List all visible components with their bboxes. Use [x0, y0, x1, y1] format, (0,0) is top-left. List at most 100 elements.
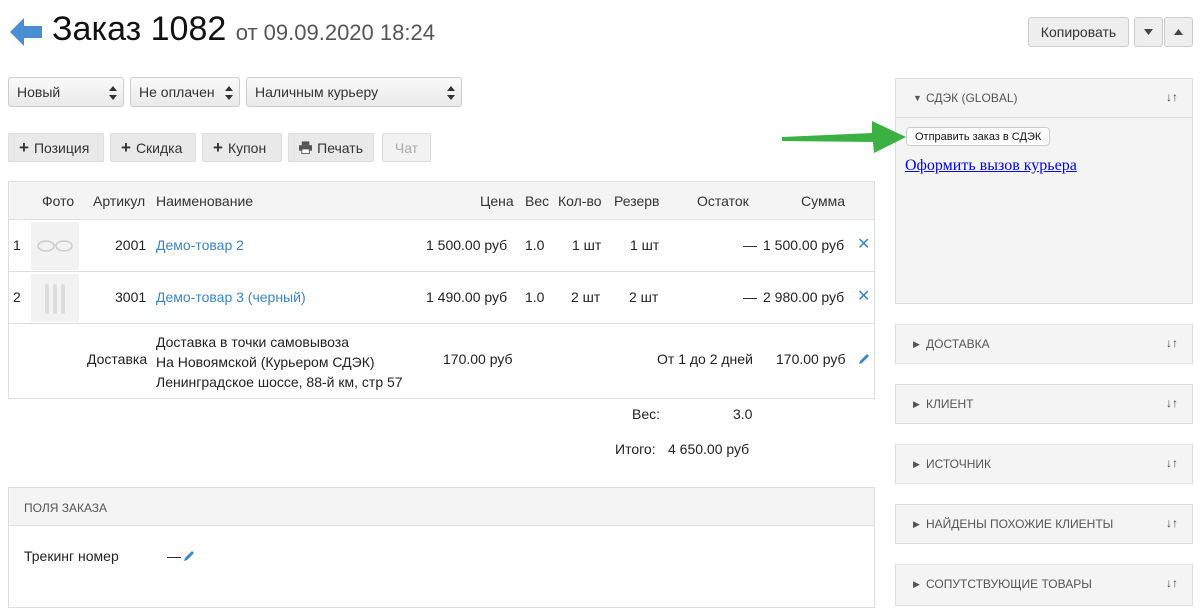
col-price: Цена — [480, 193, 514, 209]
back-arrow-icon[interactable] — [10, 18, 42, 46]
collapsed-triangle-icon: ▶ — [913, 579, 920, 589]
row-reserve: 1 шт — [630, 237, 660, 253]
shipping-description: Доставка в точки самовывоза На Новоямско… — [156, 332, 403, 392]
cdek-panel: ▼ СДЭК (GLOBAL) ↓↑ Отправить заказ в СДЭ… — [895, 78, 1193, 304]
row-sum: 2 980.00 руб — [763, 289, 845, 305]
grand-total-value: 4 650.00 руб — [668, 441, 750, 457]
chat-button[interactable]: Чат — [382, 133, 431, 162]
product-link[interactable]: Демо-товар 2 — [156, 237, 244, 253]
dropdown-toggle-button[interactable] — [1134, 17, 1163, 47]
source-panel[interactable]: ▶ ИСТОЧНИК ↓↑ — [895, 444, 1193, 484]
panel-title: СОПУТСТВУЮЩИЕ ТОВАРЫ — [926, 577, 1092, 591]
col-qty: Кол-во — [558, 193, 602, 209]
shipping-price: 170.00 руб — [443, 351, 513, 367]
shipping-line: Ленинградское шоссе, 88-й км, стр 57 — [156, 374, 403, 390]
product-link[interactable]: Демо-товар 3 (черный) — [156, 289, 306, 305]
client-panel[interactable]: ▶ КЛИЕНТ ↓↑ — [895, 384, 1193, 424]
move-arrows-icon[interactable]: ↓↑ — [1166, 516, 1178, 530]
panel-title: ДОСТАВКА — [926, 337, 990, 351]
grand-total-label: Итого: — [615, 441, 656, 457]
order-date: от 09.09.2020 18:24 — [235, 20, 435, 45]
plus-icon: + — [213, 138, 223, 157]
select-arrows-icon — [447, 86, 455, 100]
add-position-button[interactable]: + Позиция — [8, 133, 104, 162]
move-arrows-icon[interactable]: ↓↑ — [1166, 336, 1178, 350]
call-courier-link[interactable]: Оформить вызов курьера — [905, 157, 1077, 175]
col-sum: Сумма — [801, 193, 845, 209]
add-discount-label: Скидка — [135, 139, 183, 156]
row-number: 2 — [13, 289, 21, 305]
row-weight: 1.0 — [525, 237, 545, 253]
row-qty[interactable]: 2 шт — [571, 289, 600, 305]
col-photo: Фото — [42, 193, 75, 209]
status-value: Новый — [17, 84, 61, 100]
collapsed-triangle-icon: ▶ — [913, 339, 920, 349]
plus-icon: + — [19, 138, 29, 157]
shipping-row: Доставка Доставка в точки самовывоза На … — [9, 324, 874, 398]
copy-button[interactable]: Копировать — [1028, 17, 1129, 47]
similar-clients-panel[interactable]: ▶ НАЙДЕНЫ ПОХОЖИЕ КЛИЕНТЫ ↓↑ — [895, 504, 1193, 544]
order-fields-header: ПОЛЯ ЗАКАЗА — [9, 488, 874, 526]
row-stock: — — [743, 237, 757, 253]
delivery-panel[interactable]: ▶ ДОСТАВКА ↓↑ — [895, 324, 1193, 364]
collapse-button[interactable] — [1164, 17, 1193, 47]
print-button[interactable]: Печать — [288, 133, 374, 162]
edit-pencil-icon[interactable] — [857, 352, 871, 366]
row-sku: 2001 — [115, 237, 147, 253]
related-products-panel[interactable]: ▶ СОПУТСТВУЮЩИЕ ТОВАРЫ ↓↑ — [895, 564, 1193, 606]
panel-title: СДЭК (GLOBAL) — [926, 91, 1018, 105]
move-arrows-icon[interactable]: ↓↑ — [1166, 90, 1178, 104]
row-number: 1 — [13, 237, 21, 253]
order-fields-panel: ПОЛЯ ЗАКАЗА Трекинг номер — — [8, 487, 875, 608]
row-price: 1 490.00 руб — [426, 289, 508, 305]
delete-icon[interactable]: ✕ — [857, 234, 870, 254]
move-arrows-icon[interactable]: ↓↑ — [1166, 576, 1178, 590]
row-sku: 3001 — [115, 289, 147, 305]
col-name: Наименование — [156, 193, 254, 209]
send-order-cdek-button[interactable]: Отправить заказ в СДЭК — [906, 127, 1051, 146]
col-sku: Артикул — [93, 193, 146, 209]
cdek-panel-header[interactable]: ▼ СДЭК (GLOBAL) ↓↑ — [896, 79, 1192, 117]
tracking-value: — — [167, 548, 181, 564]
table-header: Фото Артикул Наименование Цена Вес Кол-в… — [9, 182, 874, 220]
product-thumbnail[interactable] — [31, 222, 79, 270]
edit-pencil-icon[interactable] — [182, 549, 196, 563]
order-items-table: Фото Артикул Наименование Цена Вес Кол-в… — [8, 181, 875, 399]
print-label: Печать — [317, 139, 363, 156]
add-coupon-label: Купон — [227, 139, 267, 156]
plus-icon: + — [121, 138, 131, 157]
collapsed-triangle-icon: ▶ — [913, 459, 920, 469]
select-arrows-icon — [109, 86, 117, 100]
status-select[interactable]: Новый — [8, 77, 124, 107]
page-title: Заказ 1082 от 09.09.2020 18:24 — [52, 10, 435, 49]
row-qty[interactable]: 1 шт — [572, 237, 601, 253]
row-price: 1 500.00 руб — [426, 237, 508, 253]
weight-total-label: Вес: — [632, 406, 661, 422]
add-coupon-button[interactable]: + Купон — [202, 133, 282, 162]
row-stock: — — [743, 289, 757, 305]
col-weight: Вес — [525, 193, 550, 209]
shipping-sum: 170.00 руб — [776, 351, 846, 367]
select-arrows-icon — [225, 86, 233, 100]
caret-up-icon — [1174, 29, 1183, 35]
product-thumbnail[interactable] — [31, 274, 79, 322]
delete-icon[interactable]: ✕ — [857, 286, 870, 306]
delivery-value: Наличным курьеру — [255, 84, 379, 100]
row-weight: 1.0 — [525, 289, 545, 305]
printer-icon — [299, 141, 313, 154]
payment-select[interactable]: Не оплачен — [130, 77, 240, 107]
row-reserve: 2 шт — [629, 289, 659, 305]
expanded-triangle-icon: ▼ — [913, 93, 922, 103]
col-stock: Остаток — [697, 193, 749, 209]
move-arrows-icon[interactable]: ↓↑ — [1166, 396, 1178, 410]
col-reserve: Резерв — [614, 193, 660, 209]
table-row: 2 3001 Демо-товар 3 (черный) 1 490.00 ру… — [9, 272, 874, 324]
cutlery-image — [45, 284, 65, 314]
shipping-line: Доставка в точки самовывоза — [156, 334, 350, 350]
collapsed-triangle-icon: ▶ — [913, 399, 920, 409]
shipping-term: От 1 до 2 дней — [657, 351, 753, 367]
shipping-label: Доставка — [87, 351, 148, 367]
delivery-select[interactable]: Наличным курьеру — [246, 77, 462, 107]
add-discount-button[interactable]: + Скидка — [110, 133, 196, 162]
move-arrows-icon[interactable]: ↓↑ — [1166, 456, 1178, 470]
